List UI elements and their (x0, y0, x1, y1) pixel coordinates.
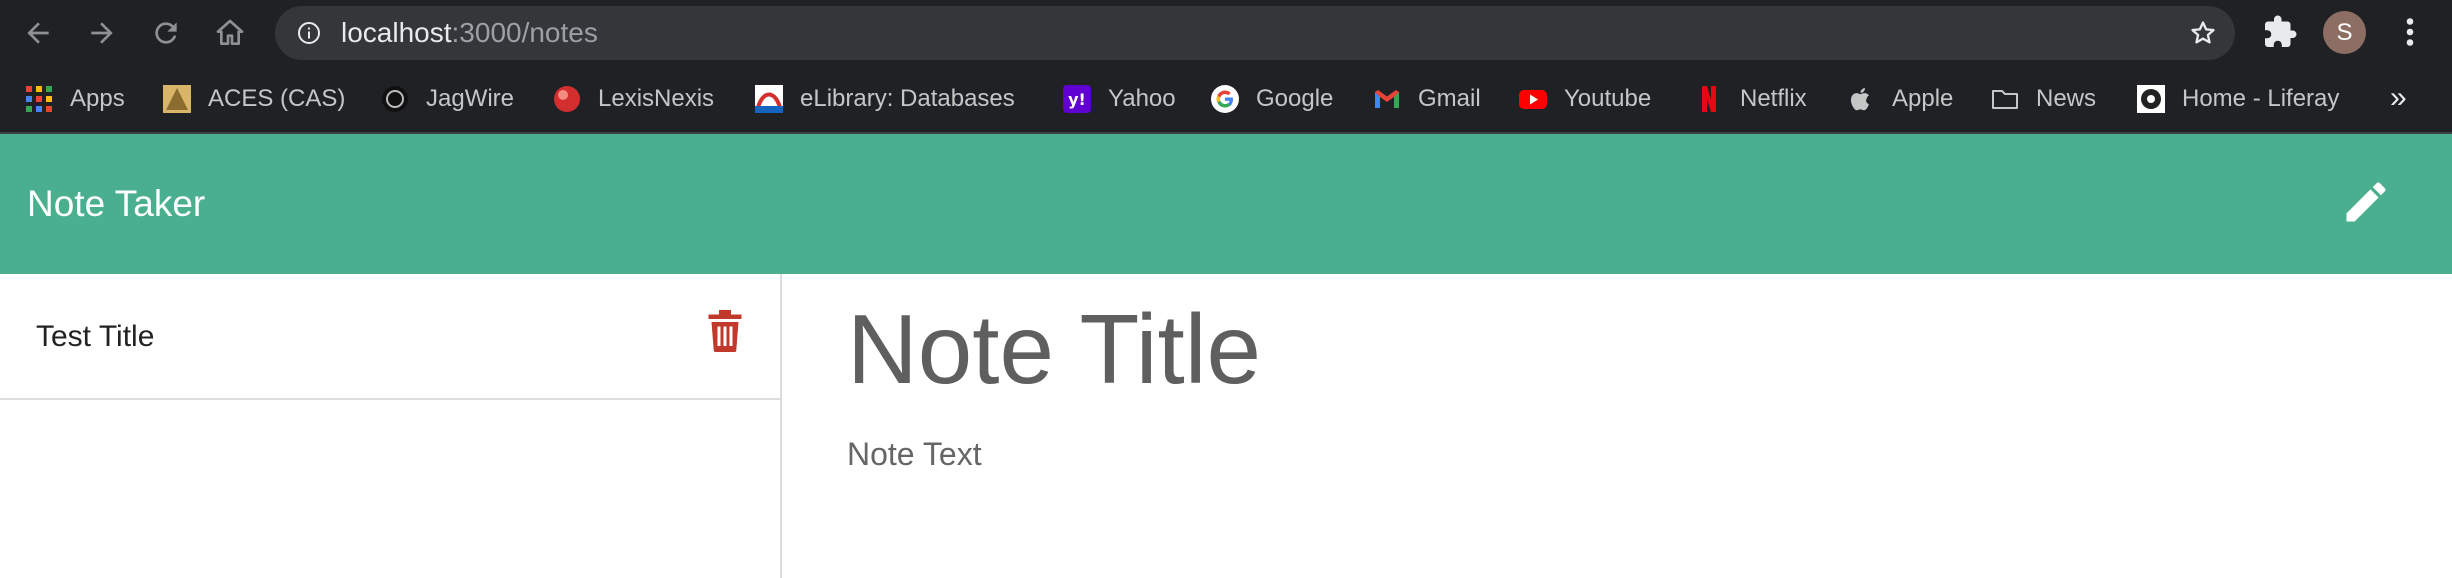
home-icon[interactable] (212, 15, 248, 51)
bookmark-news-folder[interactable]: News (1990, 66, 2096, 132)
bookmark-gmail[interactable]: Gmail (1372, 66, 1481, 132)
new-note-pencil-icon[interactable] (2340, 176, 2392, 228)
aces-icon (163, 85, 191, 113)
bookmark-label: Home - Liferay (2182, 85, 2340, 112)
apps-grid-icon (26, 86, 52, 112)
jagwire-icon (382, 86, 408, 112)
bookmark-label: Gmail (1418, 85, 1481, 112)
bookmark-label: Youtube (1564, 85, 1652, 112)
bookmarks-bar: Apps ACES (CAS) JagWire LexisNexis eLibr… (0, 66, 2452, 134)
folder-icon (1992, 90, 2018, 109)
profile-avatar[interactable]: S (2323, 11, 2366, 54)
bookmark-label: JagWire (426, 85, 515, 112)
bookmark-liferay[interactable]: Home - Liferay (2136, 66, 2339, 132)
app-navbar: Note Taker (0, 134, 2452, 274)
browser-toolbar: localhost:3000/notes S (0, 0, 2452, 66)
bookmark-label: LexisNexis (598, 85, 715, 112)
bookmark-label: Google (1256, 85, 1334, 112)
bookmark-apps[interactable]: Apps (24, 66, 125, 132)
bookmark-star-icon[interactable] (2189, 19, 2217, 47)
netflix-icon (1702, 86, 1716, 112)
address-bar[interactable]: localhost:3000/notes (275, 6, 2235, 60)
liferay-icon (2137, 85, 2165, 113)
bookmark-label: Apple (1892, 85, 1954, 112)
apple-icon (1850, 88, 1869, 111)
bookmark-lexisnexis[interactable]: LexisNexis (552, 66, 714, 132)
notes-sidebar: Test Title (0, 274, 782, 578)
bookmark-label: eLibrary: Databases (800, 85, 1015, 112)
note-text-textarea[interactable]: Note Text (847, 434, 982, 474)
bookmark-jagwire[interactable]: JagWire (380, 66, 514, 132)
yahoo-icon: y! (1063, 85, 1091, 113)
bookmark-label: ACES (CAS) (208, 85, 346, 112)
svg-text:y!: y! (1068, 90, 1086, 109)
delete-note-trash-icon[interactable] (706, 310, 744, 352)
reload-icon[interactable] (148, 15, 184, 51)
bookmark-label: Netflix (1740, 85, 1807, 112)
note-title-input[interactable]: Note Title (847, 294, 1261, 404)
note-list-item-title[interactable]: Test Title (36, 274, 154, 400)
note-editor: Note Title Note Text (784, 274, 2452, 578)
back-arrow-icon[interactable] (20, 15, 56, 51)
url-host: localhost (341, 17, 452, 48)
bookmark-yahoo[interactable]: y! Yahoo (1062, 66, 1176, 132)
browser-menu-icon[interactable] (2395, 14, 2425, 50)
google-icon (1211, 85, 1239, 113)
bookmark-elibrary[interactable]: eLibrary: Databases (754, 66, 1015, 132)
bookmark-aces[interactable]: ACES (CAS) (162, 66, 345, 132)
elibrary-icon (755, 85, 783, 113)
note-list-item[interactable]: Test Title (0, 274, 780, 400)
lexisnexis-icon (554, 86, 580, 112)
forward-arrow-icon[interactable] (84, 15, 120, 51)
youtube-icon (1519, 90, 1547, 109)
extensions-puzzle-icon[interactable] (2262, 14, 2298, 50)
gmail-icon (1375, 90, 1399, 108)
bookmark-apple[interactable]: Apple (1846, 66, 1953, 132)
bookmark-label: Apps (70, 85, 125, 112)
bookmarks-overflow-chevron-icon[interactable]: » (2390, 80, 2407, 116)
bookmark-label: News (2036, 85, 2097, 112)
bookmark-youtube[interactable]: Youtube (1518, 66, 1651, 132)
app-title[interactable]: Note Taker (27, 134, 205, 274)
url-path: :3000/notes (451, 17, 598, 48)
bookmark-label: Yahoo (1108, 85, 1176, 112)
site-info-icon[interactable] (297, 21, 321, 45)
bookmark-google[interactable]: Google (1210, 66, 1333, 132)
bookmark-netflix[interactable]: Netflix (1694, 66, 1807, 132)
url-text[interactable]: localhost:3000/notes (341, 6, 598, 60)
